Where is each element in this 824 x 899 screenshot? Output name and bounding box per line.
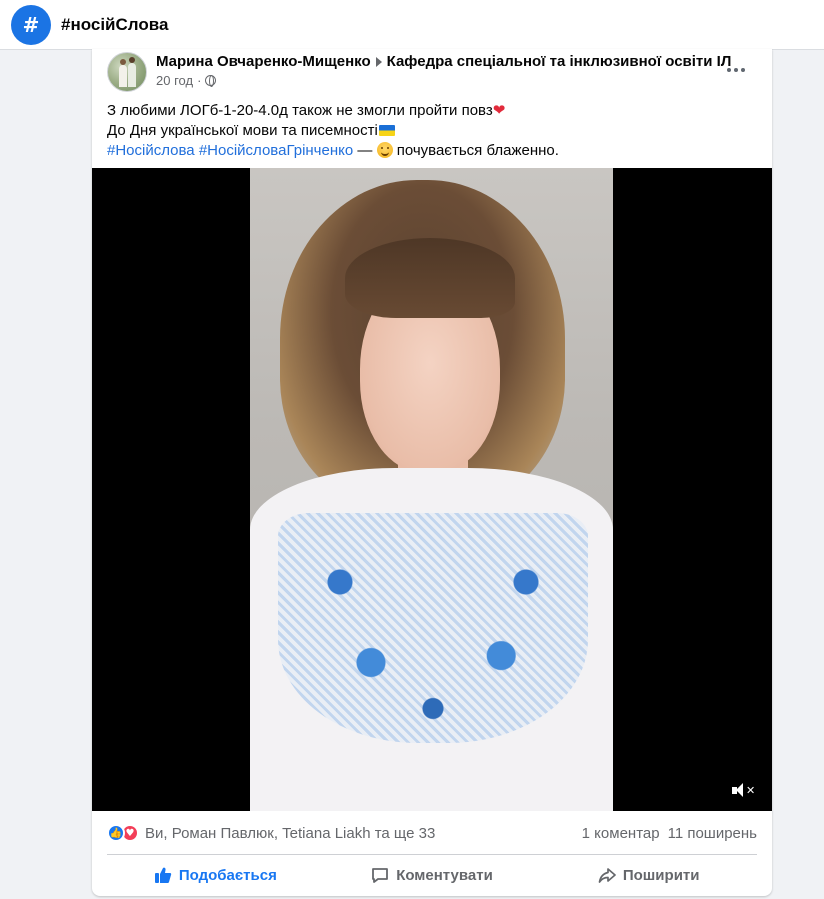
engagement-counts: 1 коментар 11 поширень bbox=[582, 825, 757, 842]
share-count[interactable]: 11 поширень bbox=[668, 825, 757, 842]
share-icon bbox=[598, 868, 616, 883]
video-player[interactable]: ✕ bbox=[92, 168, 772, 811]
reactions-bar: 👍 ♥ Ви, Роман Павлюк, Tetiana Liakh та щ… bbox=[107, 819, 757, 847]
hashtag-header: # #носійСлова bbox=[0, 0, 824, 50]
post-text: З любими ЛОГб-1-20-4.0д також не змогли … bbox=[107, 100, 757, 161]
like-reaction-icon[interactable]: 👍 bbox=[107, 824, 125, 842]
hashtag-link-2[interactable]: #НосійсловаГрінченко bbox=[199, 142, 353, 159]
separator-dot: · bbox=[197, 73, 202, 88]
group-name[interactable]: Кафедра спеціальної та інклюзивної освіт… bbox=[387, 53, 732, 70]
post-text-line3: #Носійслова #НосійсловаГрінченко — почув… bbox=[107, 141, 757, 161]
post-text-line2: До Дня української мови та писемності bbox=[107, 121, 757, 141]
globe-icon[interactable] bbox=[205, 75, 217, 87]
like-button-label: Подобається bbox=[178, 866, 277, 884]
share-button-label: Поширити bbox=[622, 866, 700, 884]
comment-button[interactable]: Коментувати bbox=[324, 856, 541, 894]
comment-button-label: Коментувати bbox=[396, 866, 493, 884]
share-button[interactable]: Поширити bbox=[540, 856, 757, 894]
post-card: Марина Овчаренко-Мищенко Кафедра спеціал… bbox=[92, 49, 772, 896]
comment-icon bbox=[372, 868, 389, 883]
action-bar: Подобається Коментувати Поширити bbox=[107, 856, 757, 894]
more-options-icon[interactable] bbox=[722, 59, 750, 81]
post-meta: 20 год · bbox=[156, 73, 217, 88]
avatar[interactable] bbox=[107, 52, 147, 92]
post-header: Марина Овчаренко-Мищенко Кафедра спеціал… bbox=[92, 49, 772, 97]
video-frame bbox=[250, 168, 613, 811]
heart-icon: ❤ bbox=[492, 101, 506, 119]
like-button[interactable]: Подобається bbox=[107, 856, 324, 894]
post-text-line1: З любими ЛОГб-1-20-4.0д також не змогли … bbox=[107, 100, 757, 121]
mute-icon[interactable]: ✕ bbox=[732, 780, 756, 800]
feeling-text: почувається блаженно. bbox=[396, 142, 559, 159]
post-time[interactable]: 20 год bbox=[156, 73, 193, 88]
post-text-line1-text: З любими ЛОГб-1-20-4.0д також не змогли … bbox=[107, 102, 493, 119]
smile-icon bbox=[376, 142, 393, 158]
reactors-text[interactable]: Ви, Роман Павлюк, Tetiana Liakh та ще 33 bbox=[145, 825, 435, 842]
like-icon bbox=[154, 867, 172, 883]
divider bbox=[107, 854, 757, 855]
author-line: Марина Овчаренко-Мищенко Кафедра спеціал… bbox=[156, 53, 736, 70]
hashtag-link-1[interactable]: #Носійслова bbox=[107, 142, 195, 159]
feeling-dash: — bbox=[357, 142, 373, 159]
post-text-line2-text: До Дня української мови та писемності bbox=[107, 122, 378, 139]
arrow-right-icon bbox=[375, 56, 382, 67]
flag-icon bbox=[378, 125, 395, 136]
page-title: #носійСлова bbox=[61, 14, 169, 34]
author-name[interactable]: Марина Овчаренко-Мищенко bbox=[156, 53, 371, 70]
hash-icon: # bbox=[11, 4, 51, 45]
comment-count[interactable]: 1 коментар bbox=[582, 825, 660, 842]
